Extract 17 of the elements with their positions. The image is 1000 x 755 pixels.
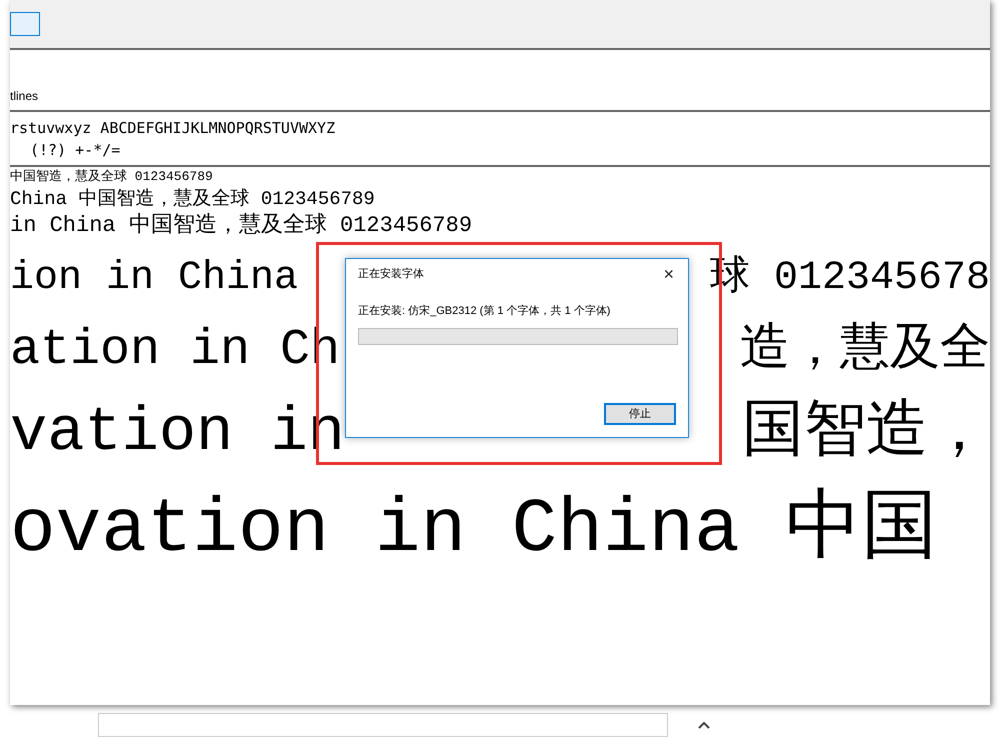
- preview-text: 国智造，: [742, 396, 990, 470]
- note-input-field[interactable]: [98, 713, 668, 737]
- preview-text: in China 中国智造，慧及全球 0123456789: [10, 212, 472, 240]
- preview-text: ovation in China 中国: [10, 486, 938, 574]
- sample-text: (!?) +-*/=: [29, 140, 122, 160]
- preview-text: China 中国智造，慧及全球 0123456789: [10, 188, 375, 212]
- preview-text: 中国智造，慧及全球 0123456789: [10, 168, 213, 186]
- chevron-up-icon[interactable]: [698, 721, 710, 729]
- outline-label: tlines: [10, 88, 38, 105]
- sample-text: rstuvwxyz ABCDEFGHIJKLMNOPQRSTUVWXYZ: [10, 118, 336, 138]
- dialog-title: 正在安装字体: [358, 266, 424, 282]
- install-message: 正在安装: 仿宋_GB2312 (第 1 个字体，共 1 个字体): [358, 304, 612, 319]
- preview-text: ion in China: [10, 255, 298, 303]
- stop-button[interactable]: 停止: [604, 403, 676, 425]
- preview-text: 造，慧及全: [740, 320, 990, 382]
- toolbar-button[interactable]: [10, 12, 40, 36]
- close-button[interactable]: ×: [661, 265, 676, 283]
